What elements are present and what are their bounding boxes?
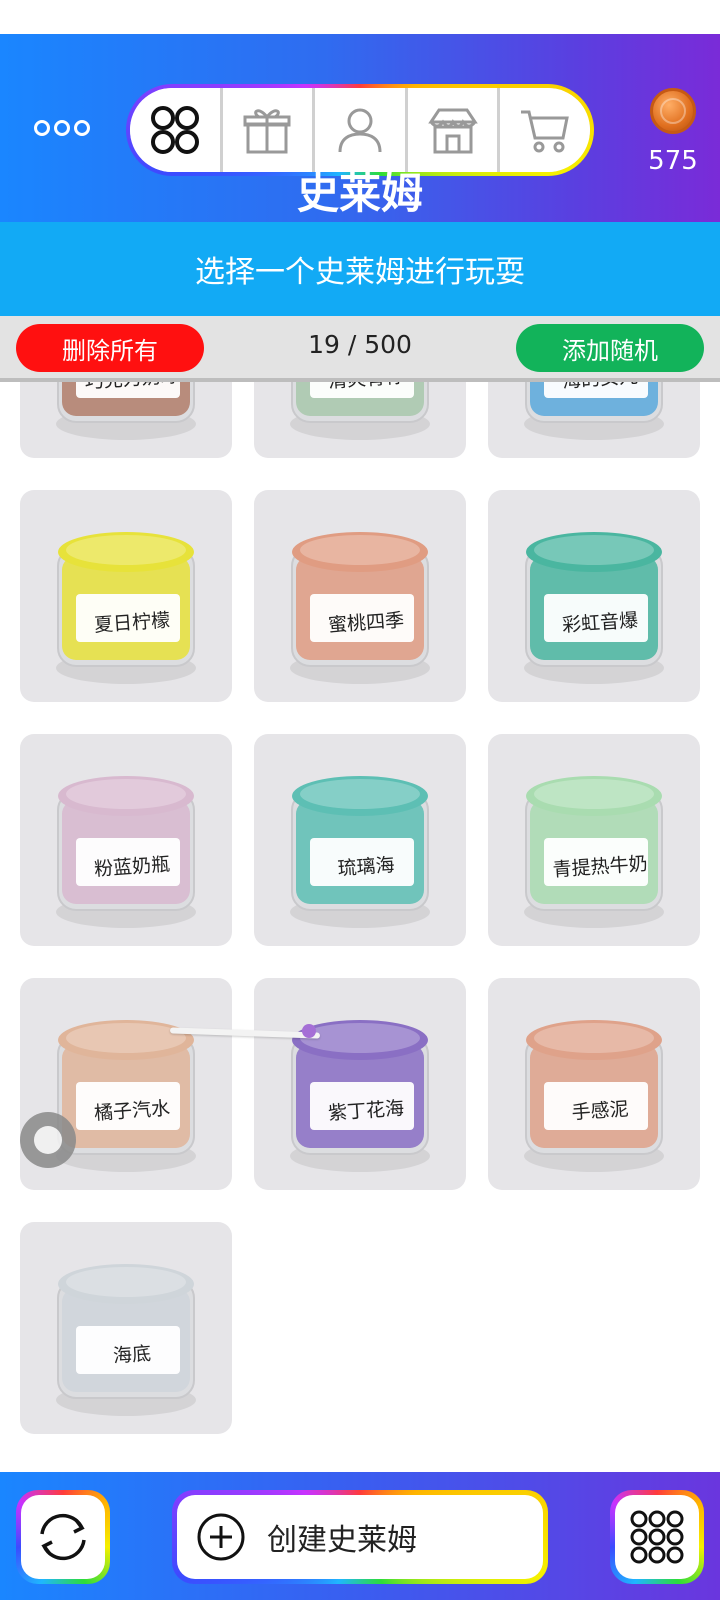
slime-jar-image xyxy=(290,532,430,684)
slime-jar-image xyxy=(524,1020,664,1172)
slime-card[interactable]: 手感泥 xyxy=(488,978,700,1190)
slime-card[interactable]: 海的女儿 xyxy=(488,382,700,458)
slime-card[interactable]: 蜜桃四季 xyxy=(254,490,466,702)
store-icon xyxy=(427,108,478,154)
refresh-button[interactable] xyxy=(16,1490,110,1584)
coin-icon xyxy=(650,88,696,134)
gift-icon xyxy=(243,109,291,154)
add-random-button[interactable]: 添加随机 xyxy=(516,324,704,372)
slime-card[interactable]: 琉璃海 xyxy=(254,734,466,946)
slime-grid: 巧克力奶球清爽青柠海的女儿夏日柠檬蜜桃四季彩虹音爆粉蓝奶瓶琉璃海青提热牛奶橘子汽… xyxy=(0,382,720,1472)
slime-jar-image xyxy=(290,1020,430,1172)
grid-menu-icon xyxy=(630,1510,684,1564)
create-slime-label: 创建史莱姆 xyxy=(267,1523,417,1558)
slime-jar-image xyxy=(290,776,430,928)
profile-icon xyxy=(338,108,382,153)
slime-card[interactable]: 清爽青柠 xyxy=(254,382,466,458)
slime-jar-image xyxy=(56,1264,196,1416)
slime-card[interactable]: 彩虹音爆 xyxy=(488,490,700,702)
slime-card[interactable]: 夏日柠檬 xyxy=(20,490,232,702)
slime-card[interactable]: 青提热牛奶 xyxy=(488,734,700,946)
slime-card[interactable]: 海底 xyxy=(20,1222,232,1434)
page-title: 史莱姆 xyxy=(296,169,423,218)
slime-jar-image xyxy=(524,532,664,684)
delete-all-button[interactable]: 删除所有 xyxy=(16,324,204,372)
floating-assist-button[interactable] xyxy=(20,1112,76,1168)
bottom-bar: 创建史莱姆 xyxy=(0,1472,720,1600)
slime-select-screen: 575 史莱姆 选择一个史莱姆进行玩耍 删除所有 19 / 500 添加随机 巧… xyxy=(0,0,720,1600)
slime-jar-image xyxy=(524,776,664,928)
slime-card[interactable]: 粉蓝奶瓶 xyxy=(20,734,232,946)
plus-circle-icon xyxy=(197,1513,245,1561)
create-slime-button[interactable]: 创建史莱姆 xyxy=(172,1490,548,1584)
grid-menu-button[interactable] xyxy=(610,1490,704,1584)
cart-icon xyxy=(521,110,570,153)
slime-jar-image xyxy=(56,382,196,440)
slime-counter: 19 / 500 xyxy=(308,330,412,359)
slime-jar-image xyxy=(290,382,430,440)
refresh-icon xyxy=(40,1513,86,1561)
slime-jar-image xyxy=(524,382,664,440)
more-dots-icon[interactable] xyxy=(34,120,90,136)
action-bar: 删除所有 19 / 500 添加随机 xyxy=(0,316,720,382)
slime-card[interactable]: 巧克力奶球 xyxy=(20,382,232,458)
slime-card[interactable]: 紫丁花海 xyxy=(254,978,466,1190)
subtitle: 选择一个史莱姆进行玩耍 xyxy=(195,255,525,290)
slime-jar-image xyxy=(56,532,196,684)
subtitle-bar: 选择一个史莱姆进行玩耍 xyxy=(0,222,720,316)
stir-stick-tip xyxy=(302,1024,316,1038)
slime-collection-icon xyxy=(150,106,199,154)
slime-jar-image xyxy=(56,776,196,928)
